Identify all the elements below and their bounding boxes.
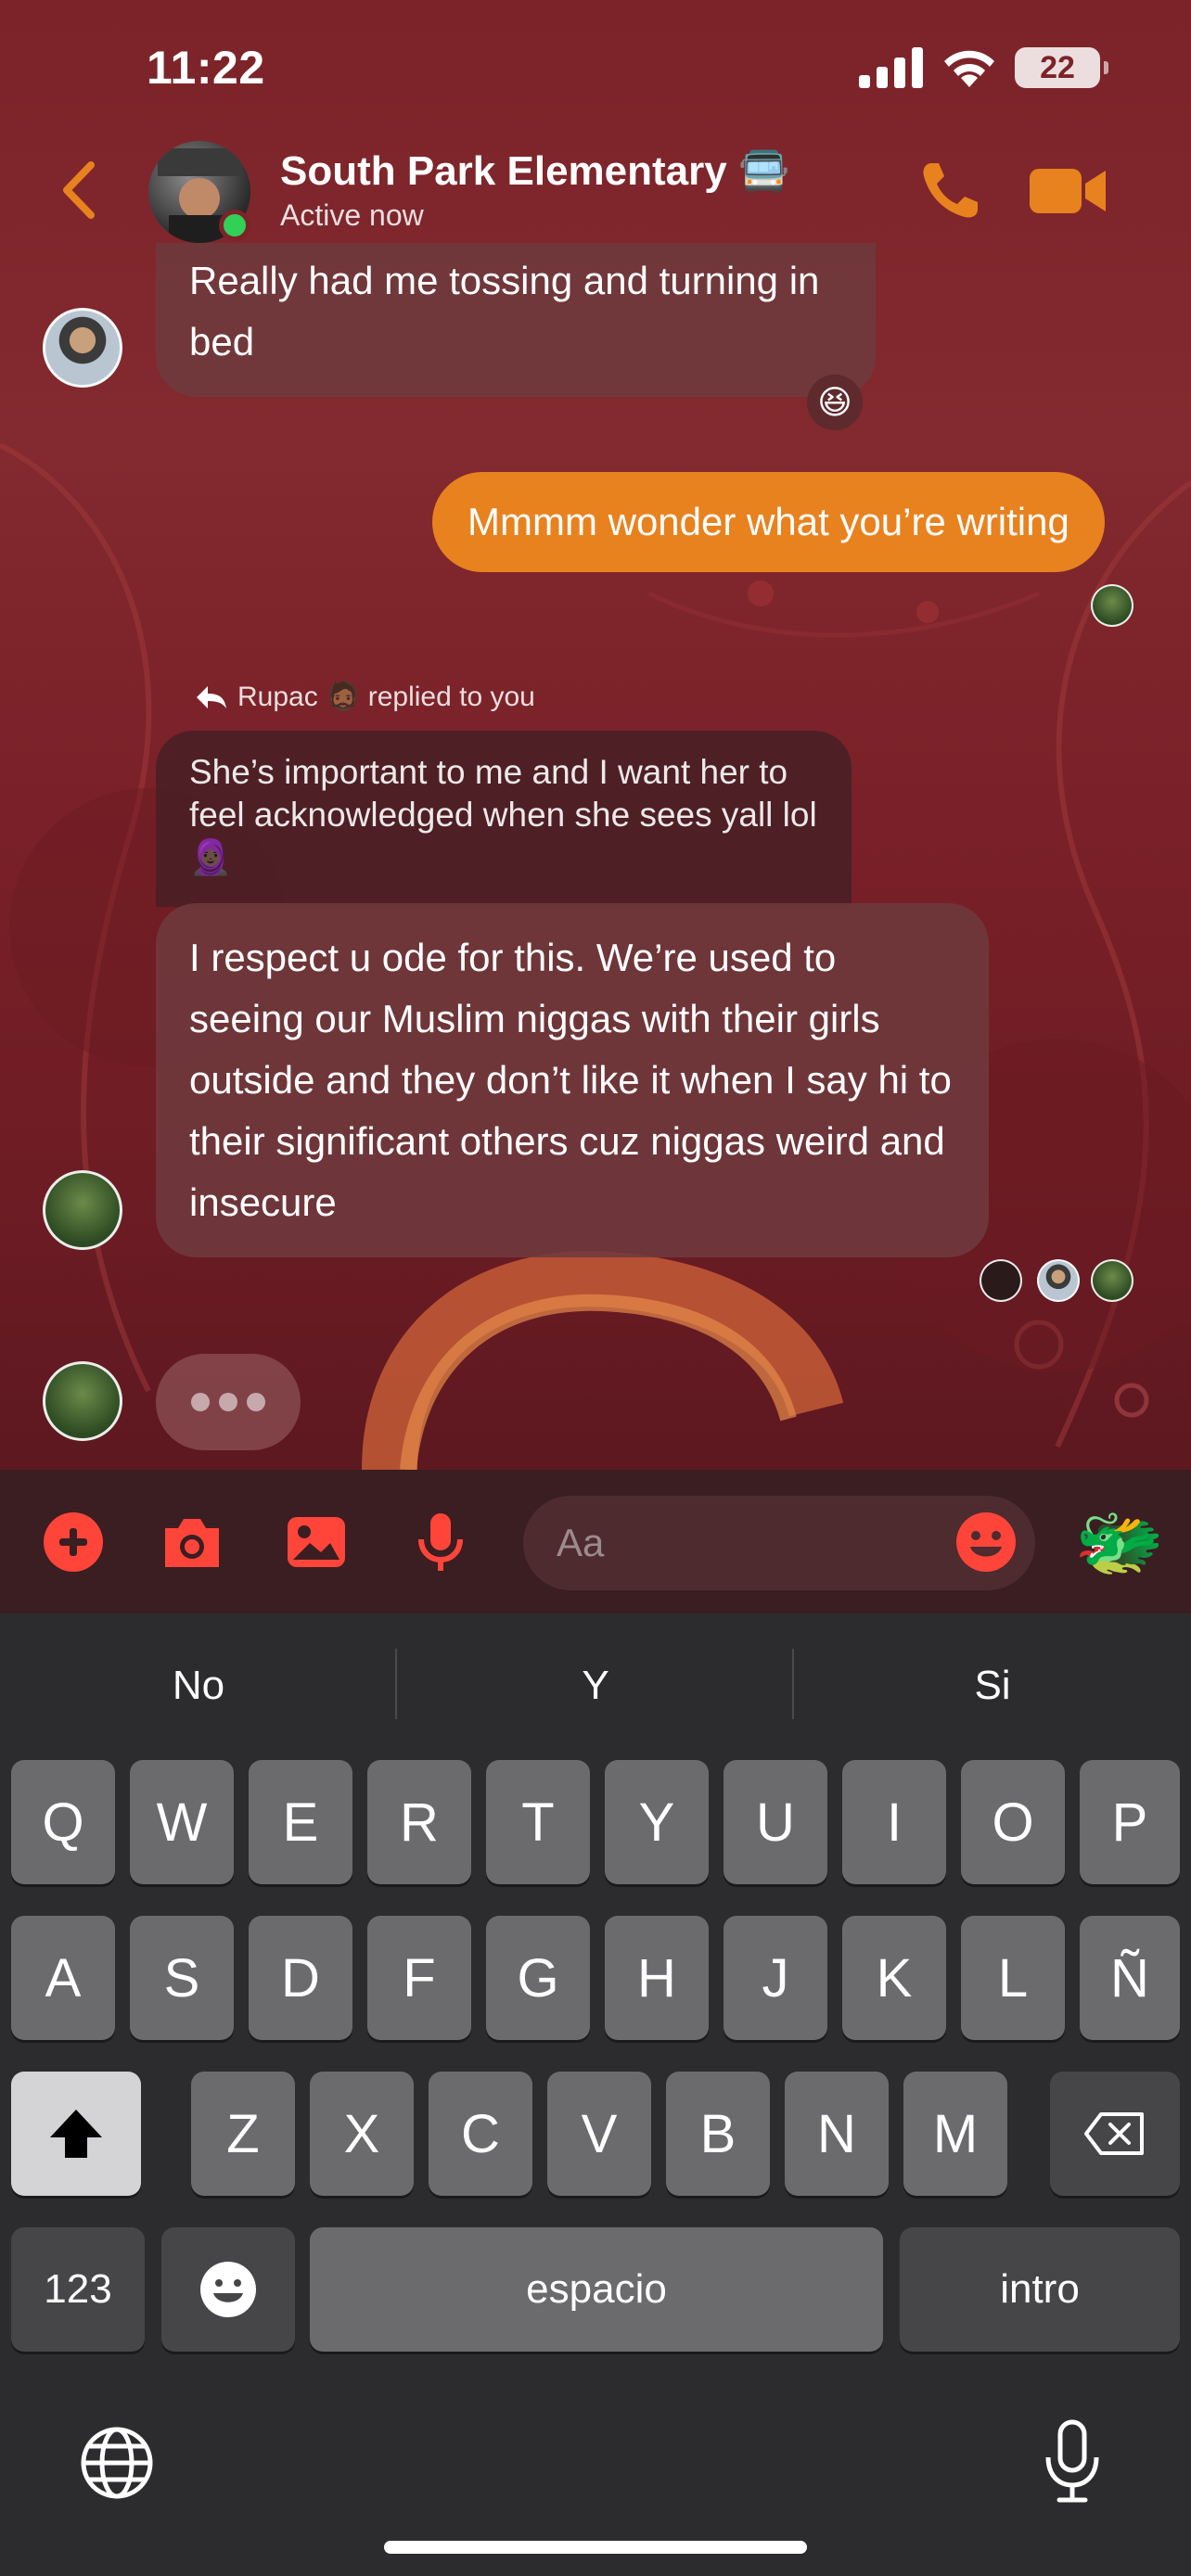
emoji-picker-icon[interactable] [954, 1510, 1018, 1575]
shift-key[interactable] [11, 2072, 141, 2196]
quoted-message[interactable]: She’s important to me and I want her to … [156, 731, 852, 907]
key-z[interactable]: Z [191, 2072, 295, 2196]
key-d[interactable]: D [249, 1916, 352, 2040]
seen-by-avatar [1091, 584, 1133, 627]
key-p[interactable]: P [1080, 1760, 1180, 1884]
add-plus-icon[interactable] [41, 1510, 106, 1575]
online-status-dot [219, 210, 250, 241]
globe-icon[interactable] [78, 2424, 156, 2502]
camera-icon[interactable] [160, 1510, 224, 1575]
key-f[interactable]: F [367, 1916, 471, 2040]
key-w[interactable]: W [130, 1760, 234, 1884]
shift-arrow-icon [50, 2110, 102, 2158]
typing-indicator [156, 1354, 301, 1450]
key-i[interactable]: I [842, 1760, 946, 1884]
message-reaction[interactable]: 😆 [807, 375, 863, 430]
numbers-key[interactable]: 123 [11, 2227, 145, 2352]
key-o[interactable]: O [961, 1760, 1065, 1884]
status-time: 11:22 [147, 42, 265, 94]
key-k[interactable]: K [842, 1916, 946, 2040]
microphone-icon[interactable] [408, 1510, 473, 1575]
back-chevron-icon[interactable] [56, 158, 102, 223]
home-indicator [384, 2541, 807, 2554]
sender-avatar[interactable] [43, 1170, 122, 1250]
quick-reaction-button[interactable]: 🐲 [1074, 1500, 1164, 1584]
key-b[interactable]: B [666, 2072, 770, 2196]
key-m[interactable]: M [903, 2072, 1007, 2196]
key-n-tilde[interactable]: Ñ [1080, 1916, 1180, 2040]
key-j[interactable]: J [724, 1916, 827, 2040]
cellular-signal-icon [859, 47, 923, 88]
seen-by-avatar [980, 1259, 1022, 1302]
chat-background: 11:22 22 South Park Elementary 🚍 Active … [0, 0, 1191, 1470]
reply-indicator: Rupac 🧔🏾 replied to you [195, 681, 535, 713]
suggestion-1[interactable]: No [0, 1649, 397, 1723]
backspace-icon [1084, 2112, 1144, 2155]
key-q[interactable]: Q [11, 1760, 115, 1884]
delete-key[interactable] [1050, 2072, 1180, 2196]
key-g[interactable]: G [486, 1916, 590, 2040]
photo-gallery-icon[interactable] [284, 1510, 349, 1575]
phone-call-icon[interactable] [918, 158, 983, 223]
key-c[interactable]: C [429, 2072, 532, 2196]
status-icons: 22 [859, 46, 1108, 89]
seen-by-avatar [1037, 1259, 1080, 1302]
typing-user-avatar [43, 1361, 122, 1441]
reply-arrow-icon [197, 685, 226, 708]
incoming-message[interactable]: I respect u ode for this. We’re used to … [156, 903, 989, 1257]
video-call-icon[interactable] [1030, 163, 1109, 219]
key-n[interactable]: N [785, 2072, 889, 2196]
message-input[interactable] [557, 1516, 946, 1570]
key-l[interactable]: L [961, 1916, 1065, 2040]
key-t[interactable]: T [486, 1760, 590, 1884]
incoming-message[interactable]: Really had me tossing and turning in bed [156, 243, 876, 397]
active-status: Active now [280, 198, 424, 232]
key-v[interactable]: V [547, 2072, 651, 2196]
emoji-key[interactable] [161, 2227, 295, 2352]
key-h[interactable]: H [605, 1916, 709, 2040]
space-key[interactable]: espacio [310, 2227, 883, 2352]
outgoing-message[interactable]: Mmmm wonder what you’re writing [432, 472, 1105, 572]
return-key[interactable]: intro [900, 2227, 1180, 2352]
wifi-icon [944, 50, 994, 87]
conversation-title[interactable]: South Park Elementary 🚍 [280, 147, 789, 195]
suggestion-2[interactable]: Y [397, 1649, 794, 1723]
sender-avatar[interactable] [43, 308, 122, 388]
key-u[interactable]: U [724, 1760, 827, 1884]
seen-by-avatar [1091, 1259, 1133, 1302]
dictation-mic-icon[interactable] [1039, 2418, 1106, 2506]
emoji-face-icon [200, 2262, 256, 2317]
key-x[interactable]: X [310, 2072, 414, 2196]
key-y[interactable]: Y [605, 1760, 709, 1884]
battery-indicator: 22 [1015, 47, 1108, 88]
key-a[interactable]: A [11, 1916, 115, 2040]
suggestion-3[interactable]: Si [794, 1649, 1191, 1723]
key-e[interactable]: E [249, 1760, 352, 1884]
reply-label-text: Rupac 🧔🏾 replied to you [237, 682, 535, 712]
key-r[interactable]: R [367, 1760, 471, 1884]
key-s[interactable]: S [130, 1916, 234, 2040]
